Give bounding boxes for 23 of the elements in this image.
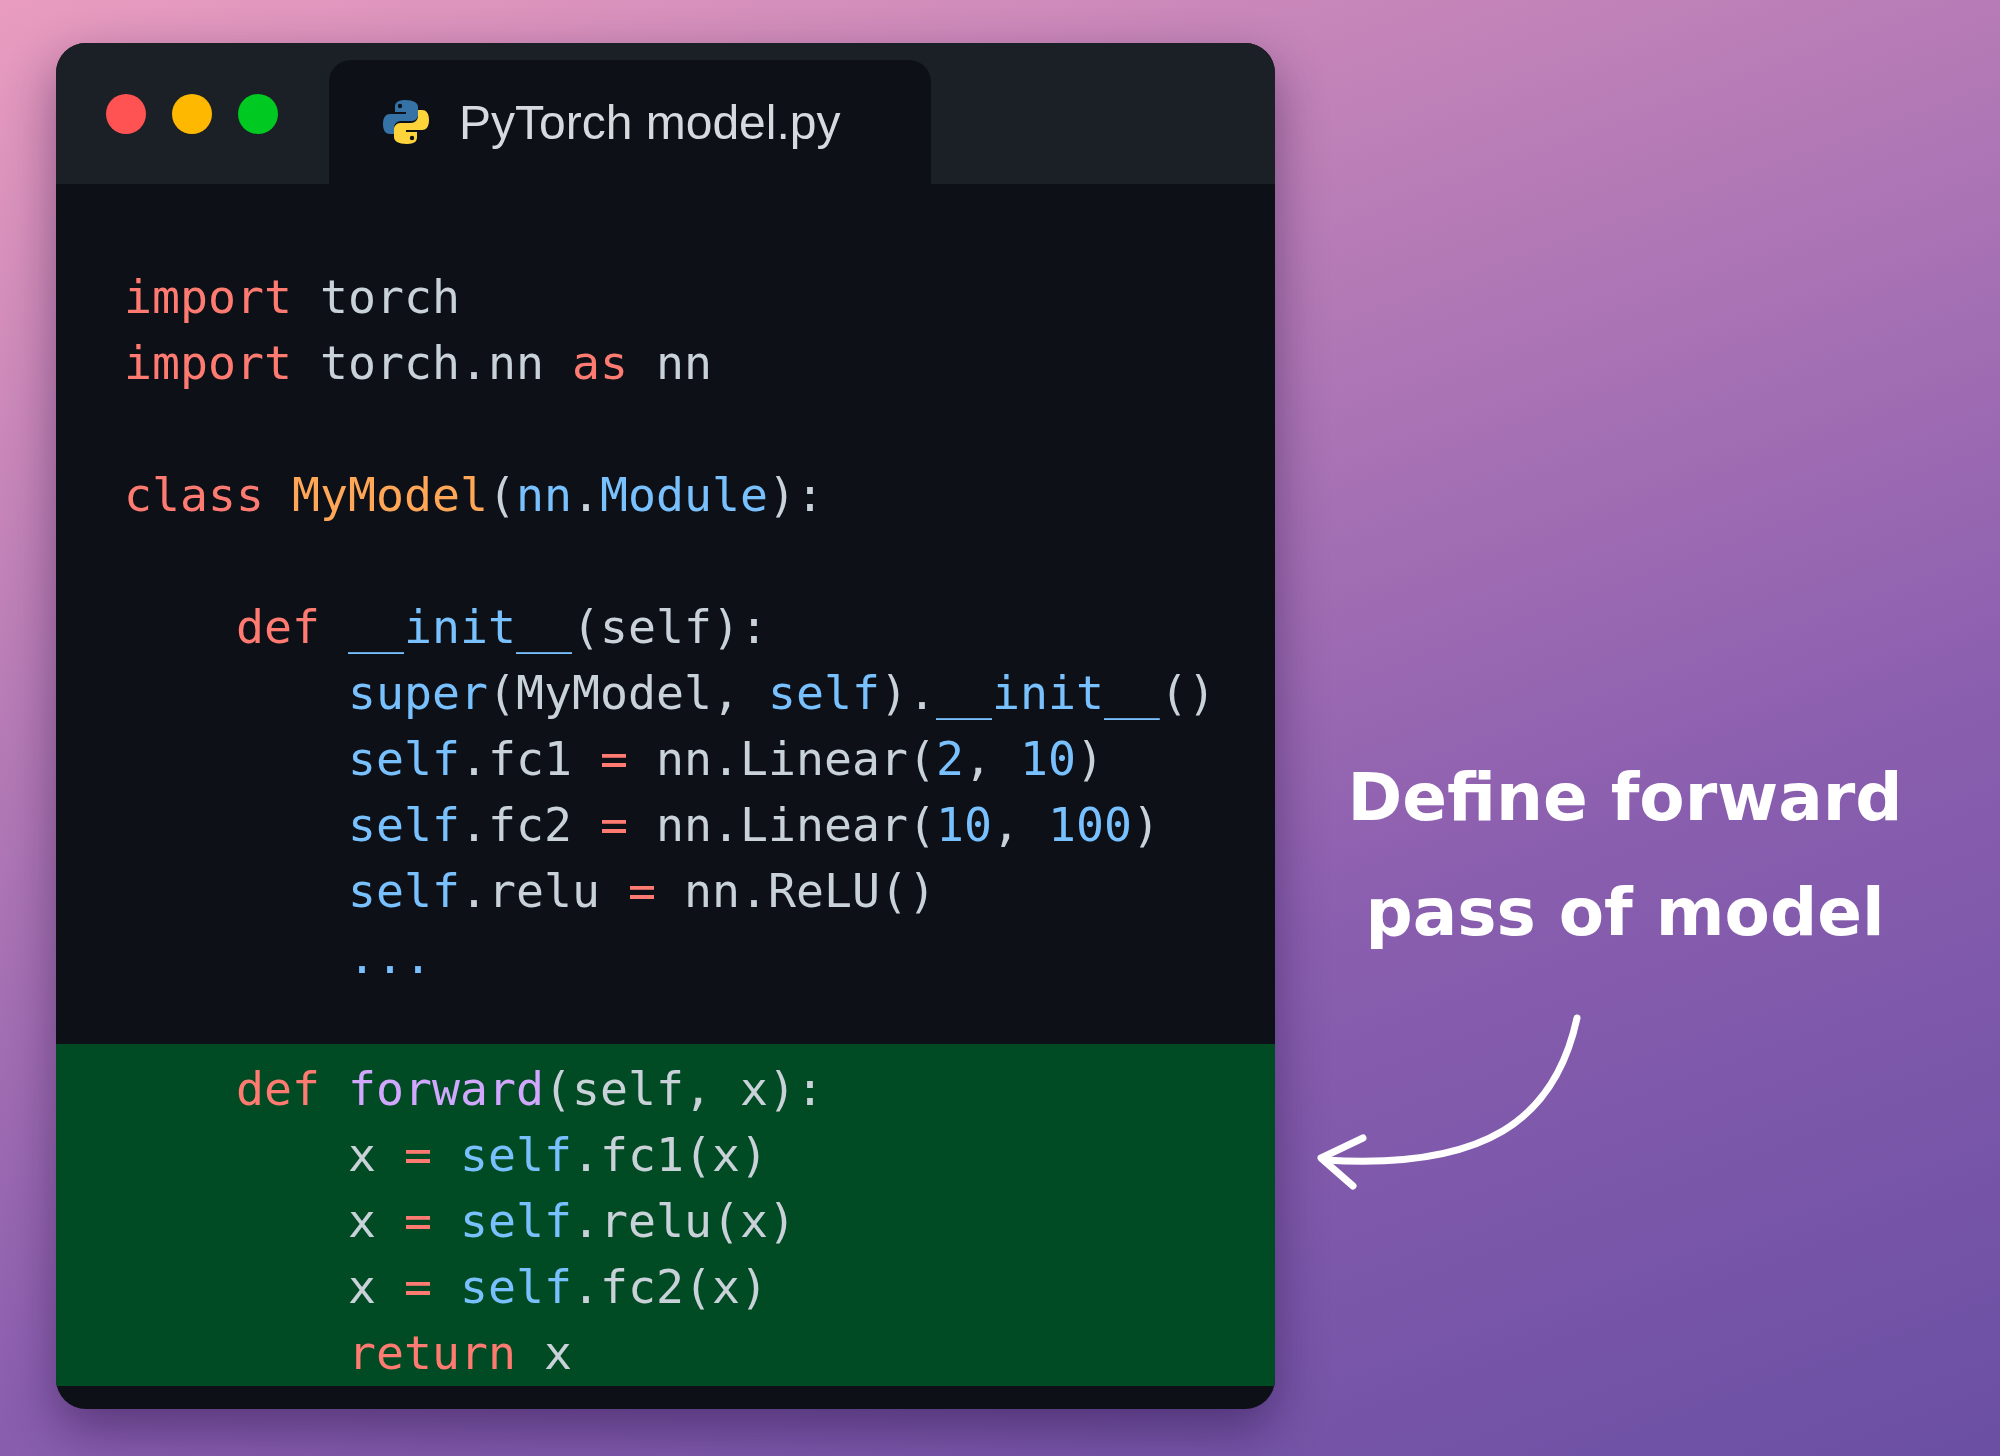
code-line: x = self.relu(x) — [346, 1193, 796, 1250]
window-control-dot[interactable] — [238, 94, 278, 134]
code-line: class MyModel(nn.Module): — [124, 467, 824, 524]
code-line: import torch.nn as nn — [124, 335, 712, 392]
code-line: return x — [346, 1325, 572, 1382]
curved-arrow-icon — [1317, 1014, 1581, 1190]
code-line: super(MyModel, self).__init__() — [346, 665, 1216, 722]
code-line: x = self.fc2(x) — [346, 1259, 768, 1316]
annotation-text: pass of model — [1365, 873, 1885, 953]
code-line: import torch — [124, 269, 460, 326]
window-control-dot[interactable] — [172, 94, 212, 134]
tab-title: PyTorch model.py — [459, 94, 841, 150]
code-line: ... — [346, 929, 432, 986]
code-line: x = self.fc1(x) — [346, 1127, 768, 1184]
code-line: def __init__(self): — [234, 599, 768, 656]
annotation-text: Define forward — [1347, 758, 1903, 838]
code-line: self.fc2 = nn.Linear(10, 100) — [346, 797, 1160, 854]
code-line: self.fc1 = nn.Linear(2, 10) — [346, 731, 1104, 788]
code-line: def forward(self, x): — [234, 1061, 824, 1118]
file-tab[interactable]: PyTorch model.py — [329, 60, 931, 184]
code-line: self.relu = nn.ReLU() — [346, 863, 936, 920]
window-control-dot[interactable] — [106, 94, 146, 134]
python-logo-icon — [383, 98, 429, 146]
